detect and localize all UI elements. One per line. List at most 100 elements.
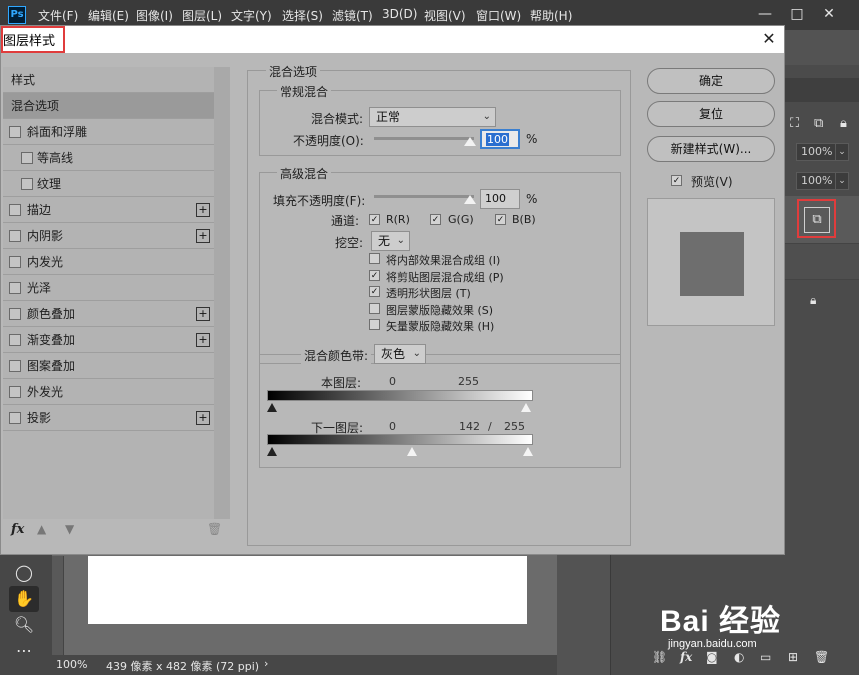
add-icon[interactable]: + [196,333,210,347]
channel-r-checkbox[interactable]: ✓ [369,214,380,225]
menu-image[interactable]: 图像(I) [136,7,173,24]
style-item-blending-options[interactable]: 混合选项 [3,93,214,119]
fill-dropdown-icon[interactable]: ⌄ [835,172,849,190]
maximize-icon[interactable]: □ [784,2,810,26]
new-style-button[interactable]: 新建样式(W)... [647,136,775,162]
style-item-bevel-emboss[interactable]: 斜面和浮雕 [3,119,214,145]
checkbox[interactable] [9,256,21,268]
checkbox[interactable] [9,126,21,138]
menu-help[interactable]: 帮助(H) [530,7,572,24]
channel-b-checkbox[interactable]: ✓ [495,214,506,225]
hand-tool-icon[interactable]: ✋ [9,586,39,612]
arrow-up-icon[interactable]: ▲ [37,522,46,536]
fill-opacity-input[interactable]: 100 [480,189,520,209]
menu-window[interactable]: 窗口(W) [476,7,521,24]
zoom-level[interactable]: 100% [56,658,87,671]
ok-button[interactable]: 确定 [647,68,775,94]
lock-all-icon[interactable]: 🔒︎ [840,116,847,131]
status-arrow-icon[interactable]: › [264,657,268,670]
style-item-contour[interactable]: 等高线 [3,145,214,171]
dialog-titlebar[interactable]: 图层样式 ✕ [1,26,784,53]
add-icon[interactable]: + [196,203,210,217]
knockout-select[interactable]: 无 ⌄ [371,231,410,251]
style-item-texture[interactable]: 纹理 [3,171,214,197]
checkbox[interactable] [9,308,21,320]
style-item-color-overlay[interactable]: 颜色叠加 + [3,301,214,327]
style-item-label: 图案叠加 [27,359,76,373]
artboard-icon[interactable]: ⧉ [814,116,823,131]
underlying-gradient [267,434,533,445]
style-item-label: 渐变叠加 [27,333,76,347]
close-icon[interactable]: ✕ [756,28,782,50]
menu-3d[interactable]: 3D(D) [382,7,417,21]
transform-icon[interactable]: ⛶ [790,116,799,131]
more-tools-icon[interactable]: ⋯ [9,638,39,664]
opacity-dropdown-icon[interactable]: ⌄ [835,143,849,161]
style-list-scrollbar[interactable] [214,67,230,519]
checkbox[interactable] [9,412,21,424]
style-item-stroke[interactable]: 描边 + [3,197,214,223]
underlying-black-slider[interactable] [267,447,277,456]
layer-row[interactable] [785,244,859,280]
fill-slider-track[interactable] [374,195,474,198]
menu-view[interactable]: 视图(V) [424,7,466,24]
checkbox[interactable] [21,152,33,164]
checkbox[interactable] [9,230,21,242]
channel-g-checkbox[interactable]: ✓ [430,214,441,225]
menu-layer[interactable]: 图层(L) [182,7,222,24]
opacity-input[interactable]: 100 [480,129,520,149]
style-item-inner-shadow[interactable]: 内阴影 + [3,223,214,249]
baidu-watermark: Bai 经验 jingyan.baidu.com [660,596,859,656]
style-item-pattern-overlay[interactable]: 图案叠加 [3,353,214,379]
menu-type[interactable]: 文字(Y) [231,7,272,24]
menu-edit[interactable]: 编辑(E) [88,7,129,24]
fill-slider-thumb[interactable] [464,195,476,204]
style-list: 样式 混合选项 斜面和浮雕 等高线 纹理 描边 + 内阴影 + 内发光 光泽 颜色叠… [3,67,214,519]
style-item-label: 外发光 [27,385,64,399]
style-item-gradient-overlay[interactable]: 渐变叠加 + [3,327,214,353]
checkbox[interactable] [9,386,21,398]
preview-thumbnail [647,198,775,326]
vector-mask-hides-checkbox[interactable] [369,319,380,330]
layer-mask-hides-checkbox[interactable] [369,303,380,314]
this-layer-white-slider[interactable] [521,403,531,412]
reset-button[interactable]: 复位 [647,101,775,127]
this-layer-black-slider[interactable] [267,403,277,412]
checkbox[interactable] [9,360,21,372]
blend-if-select[interactable]: 灰色 ⌄ [374,344,426,364]
preview-checkbox[interactable]: ✓ [671,175,682,186]
style-item-satin[interactable]: 光泽 [3,275,214,301]
blend-mode-select[interactable]: 正常 ⌄ [369,107,496,127]
style-item-outer-glow[interactable]: 外发光 [3,379,214,405]
document-canvas[interactable] [88,556,527,624]
arrow-down-icon[interactable]: ▼ [65,522,74,536]
minimize-icon[interactable]: — [752,2,778,26]
underlying-white-slider[interactable] [523,447,533,456]
underlying-split-slider[interactable] [407,447,417,456]
close-window-icon[interactable]: ✕ [816,2,842,26]
transparency-shapes-checkbox[interactable]: ✓ [369,286,380,297]
checkbox[interactable] [9,282,21,294]
add-icon[interactable]: + [196,229,210,243]
blend-clipped-checkbox[interactable]: ✓ [369,270,380,281]
checkbox[interactable] [21,178,33,190]
menu-filter[interactable]: 滤镜(T) [332,7,373,24]
blend-interior-checkbox[interactable] [369,253,380,264]
style-list-header[interactable]: 样式 [3,67,214,93]
underlying-max: 255 [504,420,525,433]
style-item-drop-shadow[interactable]: 投影 + [3,405,214,431]
highlight-box [797,199,836,238]
fx-icon[interactable]: fx [11,522,24,537]
ellipse-tool-icon[interactable]: ◯ [9,560,39,586]
add-icon[interactable]: + [196,411,210,425]
opacity-slider-track[interactable] [374,137,474,140]
menu-file[interactable]: 文件(F) [38,7,78,24]
checkbox[interactable] [9,204,21,216]
zoom-tool-icon[interactable]: 🔍︎ [9,612,39,638]
checkbox[interactable] [9,334,21,346]
style-item-inner-glow[interactable]: 内发光 [3,249,214,275]
opacity-slider-thumb[interactable] [464,137,476,146]
menu-select[interactable]: 选择(S) [282,7,323,24]
trash-icon[interactable]: 🗑︎ [207,522,222,536]
add-icon[interactable]: + [196,307,210,321]
